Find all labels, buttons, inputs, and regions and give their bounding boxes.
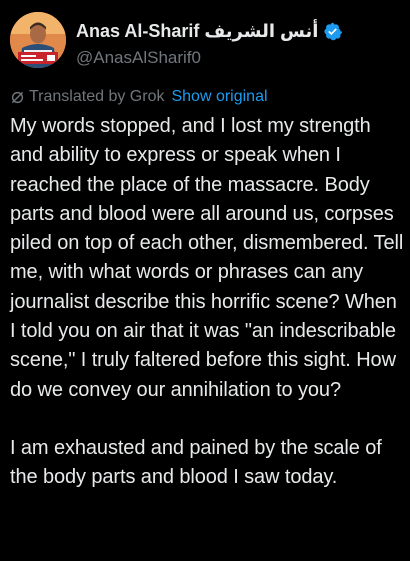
tweet-paragraph: My words stopped, and I lost my strength…: [10, 115, 404, 401]
author-display-name[interactable]: Anas Al-Sharif أنس الشريف: [76, 21, 318, 42]
translated-by-label: Translated by Grok: [29, 88, 165, 105]
avatar[interactable]: [10, 12, 66, 68]
avatar-image: [10, 12, 66, 68]
translation-notice: Translated by Grok Show original: [10, 86, 268, 108]
verified-badge-icon: [324, 22, 343, 40]
tweet-text: My words stopped, and I lost my strength…: [10, 112, 405, 493]
author-handle[interactable]: @AnasAlSharif0: [76, 48, 201, 68]
show-original-link[interactable]: Show original: [171, 88, 267, 106]
tweet-paragraph: I am exhausted and pained by the scale o…: [10, 436, 382, 489]
tweet-header: Anas Al-Sharif أنس الشريف @AnasAlSharif0: [10, 12, 400, 72]
grok-icon: [11, 91, 24, 103]
